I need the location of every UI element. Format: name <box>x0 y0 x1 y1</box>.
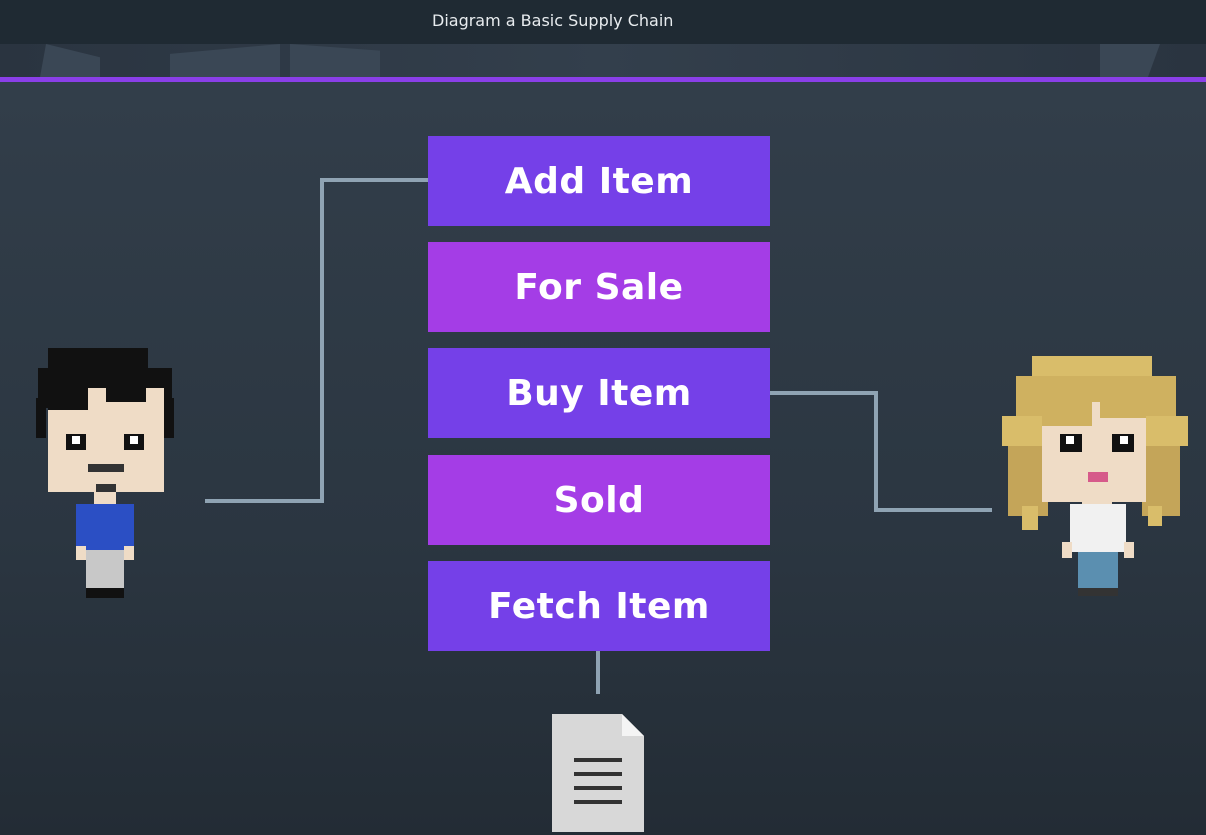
step-fetch-item: Fetch Item <box>428 561 770 651</box>
step-buy-item: Buy Item <box>428 348 770 438</box>
step-label: Sold <box>553 479 645 521</box>
connector-left <box>205 178 428 503</box>
farmer-avatar-icon <box>36 348 174 598</box>
step-label: Add Item <box>504 160 694 202</box>
connector-right <box>770 391 992 512</box>
step-for-sale: For Sale <box>428 242 770 332</box>
step-label: For Sale <box>514 266 684 308</box>
step-add-item: Add Item <box>428 136 770 226</box>
step-label: Buy Item <box>506 372 692 414</box>
step-label: Fetch Item <box>488 585 710 627</box>
document-icon <box>552 714 644 832</box>
step-sold: Sold <box>428 455 770 545</box>
customer-avatar-icon <box>1002 356 1188 596</box>
